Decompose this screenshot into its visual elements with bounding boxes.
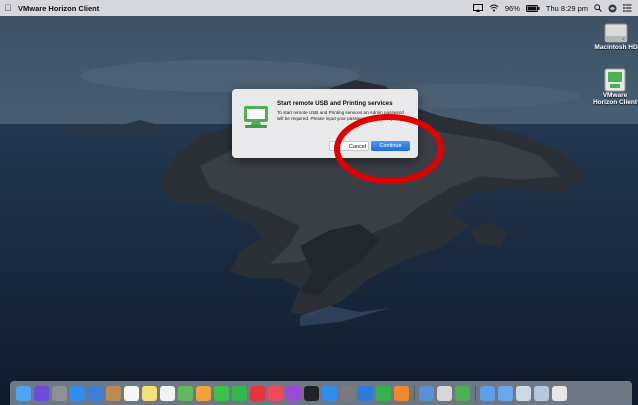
continue-button[interactable]: Continue	[371, 141, 410, 151]
dock-finder-icon[interactable]	[16, 385, 31, 401]
dock-app-store-icon[interactable]	[322, 385, 337, 401]
wifi-icon[interactable]	[489, 4, 499, 12]
dock-screenshots-stack-icon[interactable]	[516, 385, 531, 401]
desktop-icon-vmware-horizon-client[interactable]: VMware Horizon Client	[592, 68, 638, 106]
clock[interactable]: Thu 8:29 pm	[546, 4, 588, 13]
dock-preview-icon[interactable]	[419, 385, 434, 401]
dock-separator	[475, 385, 476, 401]
dock-pages-icon[interactable]	[394, 385, 409, 401]
admin-password-dialog: Start remote USB and Printing services T…	[232, 89, 418, 158]
vmware-horizon-client-icon	[604, 68, 626, 92]
dock-news-icon[interactable]	[250, 385, 265, 401]
desktop-icon-label: Macintosh HD	[594, 44, 638, 51]
apple-menu-icon[interactable]: 	[0, 3, 16, 13]
dock-photos-icon[interactable]	[196, 385, 211, 401]
dock-vmware-horizon-client-icon[interactable]	[455, 385, 470, 401]
dock-notes-icon[interactable]	[142, 385, 157, 401]
dock-script-editor-icon[interactable]	[437, 385, 452, 401]
dock-recent-stack-icon[interactable]	[534, 385, 549, 401]
dock-contacts-icon[interactable]	[106, 385, 121, 401]
battery-icon[interactable]	[525, 4, 540, 12]
cancel-button[interactable]: Cancel	[329, 141, 369, 151]
notification-center-icon[interactable]	[623, 4, 632, 12]
dock-documents-stack-icon[interactable]	[498, 385, 513, 401]
dock-trash-icon[interactable]	[552, 385, 567, 401]
dock-downloads-stack-icon[interactable]	[480, 385, 495, 401]
dock-music-icon[interactable]	[268, 385, 283, 401]
dock-facetime-icon[interactable]	[232, 385, 247, 401]
dock-calendar-icon[interactable]	[124, 385, 139, 401]
dialog-message: To start remote USB and Printing service…	[277, 110, 404, 121]
desktop-wallpaper[interactable]	[0, 16, 638, 405]
dock	[10, 381, 632, 405]
hard-drive-icon	[604, 23, 628, 43]
app-menu-name[interactable]: VMware Horizon Client	[18, 4, 99, 13]
screen-mirroring-icon[interactable]	[472, 4, 483, 12]
dock-numbers-icon[interactable]	[376, 385, 391, 401]
dock-siri-icon[interactable]	[34, 385, 49, 401]
desktop-icon-label: VMware Horizon Client	[592, 92, 638, 106]
spotlight-search-icon[interactable]	[594, 4, 602, 12]
screen:  VMware Horizon Client 96% Thu 8:29 pm	[0, 0, 638, 405]
vmware-horizon-client-icon	[244, 106, 268, 128]
dock-mail-icon[interactable]	[88, 385, 103, 401]
battery-percent[interactable]: 96%	[505, 4, 520, 13]
dock-messages-icon[interactable]	[214, 385, 229, 401]
dock-reminders-icon[interactable]	[160, 385, 175, 401]
dock-separator	[414, 385, 415, 401]
dock-safari-icon[interactable]	[70, 385, 85, 401]
menu-bar:  VMware Horizon Client 96% Thu 8:29 pm	[0, 0, 638, 16]
dock-tv-icon[interactable]	[304, 385, 319, 401]
dock-launchpad-icon[interactable]	[52, 385, 67, 401]
siri-icon[interactable]	[608, 4, 617, 13]
status-menus: 96% Thu 8:29 pm	[472, 4, 638, 13]
desktop-icon-macintosh-hd[interactable]: Macintosh HD	[594, 22, 638, 51]
dock-keynote-icon[interactable]	[358, 385, 373, 401]
dock-system-preferences-icon[interactable]	[340, 385, 355, 401]
dialog-title: Start remote USB and Printing services	[277, 100, 393, 107]
dock-podcasts-icon[interactable]	[286, 385, 301, 401]
dock-maps-icon[interactable]	[178, 385, 193, 401]
